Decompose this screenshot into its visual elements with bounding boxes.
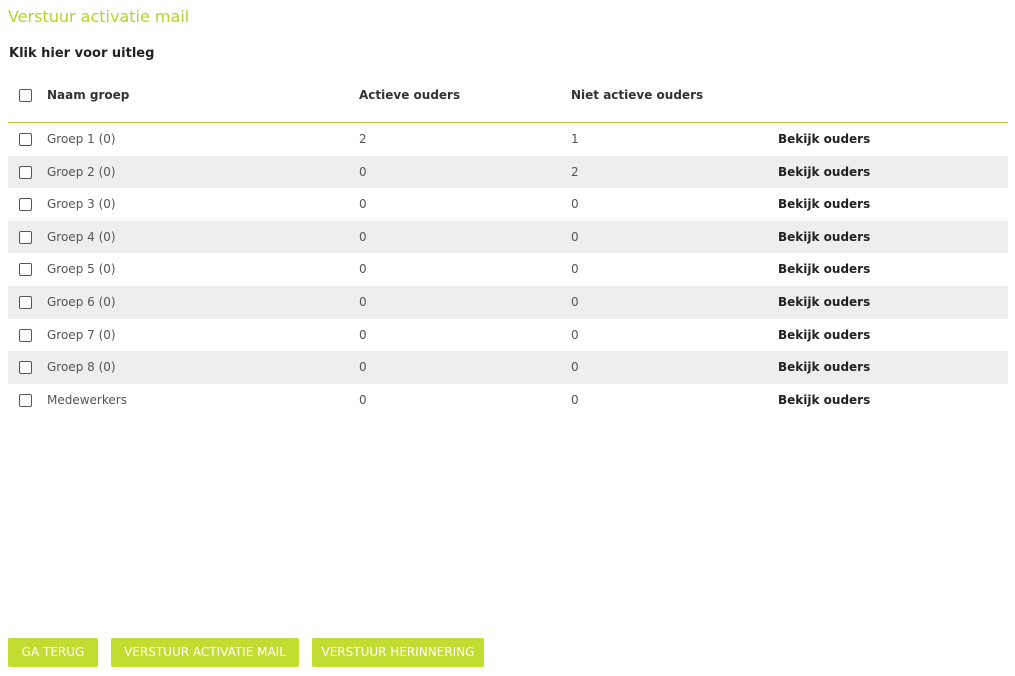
inactive-count: 0 <box>571 197 579 212</box>
group-name: Groep 4 (0) <box>47 229 116 244</box>
inactive-count: 0 <box>571 229 579 244</box>
active-count: 0 <box>359 262 367 277</box>
header-active: Actieve ouders <box>359 88 461 102</box>
table-row: Groep 3 (0) 0 0 Bekijk ouders <box>8 188 1008 221</box>
table-row: Groep 6 (0) 0 0 Bekijk ouders <box>8 285 1008 319</box>
view-parents-link[interactable]: Bekijk ouders <box>778 165 870 179</box>
row-checkbox[interactable] <box>19 361 32 375</box>
view-parents-link[interactable]: Bekijk ouders <box>778 262 870 276</box>
group-name: Groep 6 (0) <box>47 294 116 309</box>
page: Verstuur activatie mail Klik hier voor u… <box>0 0 1015 676</box>
inactive-count: 0 <box>571 392 579 407</box>
view-parents-link[interactable]: Bekijk ouders <box>778 328 870 342</box>
active-count: 2 <box>359 132 367 146</box>
active-count: 0 <box>359 197 367 212</box>
row-checkbox[interactable] <box>19 328 32 342</box>
row-checkbox[interactable] <box>19 295 32 309</box>
group-name: Medewerkers <box>47 392 127 407</box>
header-name: Naam groep <box>47 88 130 102</box>
inactive-count: 0 <box>571 360 579 375</box>
row-checkbox[interactable] <box>19 198 32 212</box>
active-count: 0 <box>359 294 367 309</box>
active-count: 0 <box>359 327 367 342</box>
view-parents-link[interactable]: Bekijk ouders <box>778 360 870 374</box>
row-checkbox[interactable] <box>19 263 32 277</box>
table-row: Groep 2 (0) 0 2 Bekijk ouders <box>8 155 1008 189</box>
table-row: Groep 4 (0) 0 0 Bekijk ouders <box>8 220 1008 254</box>
view-parents-link[interactable]: Bekijk ouders <box>778 197 870 211</box>
page-title: Verstuur activatie mail <box>8 7 190 26</box>
view-parents-link[interactable]: Bekijk ouders <box>778 230 870 244</box>
inactive-count: 2 <box>571 164 579 179</box>
table-row: Groep 5 (0) 0 0 Bekijk ouders <box>8 253 1008 286</box>
group-name: Groep 2 (0) <box>47 164 116 179</box>
group-name: Groep 3 (0) <box>47 197 116 212</box>
send-activation-button[interactable]: VERSTUUR ACTIVATIE MAIL <box>111 638 299 667</box>
send-reminder-button[interactable]: VERSTUUR HERINNERING <box>312 638 484 667</box>
row-checkbox[interactable] <box>19 133 32 146</box>
row-checkbox[interactable] <box>19 230 32 244</box>
group-name: Groep 5 (0) <box>47 262 116 277</box>
help-link[interactable]: Klik hier voor uitleg <box>9 46 154 61</box>
view-parents-link[interactable]: Bekijk ouders <box>778 295 870 309</box>
table-row: Medewerkers 0 0 Bekijk ouders <box>8 384 1008 417</box>
table-row: Groep 7 (0) 0 0 Bekijk ouders <box>8 319 1008 352</box>
table-header: Naam groep Actieve ouders Niet actieve o… <box>8 79 1008 123</box>
table-row: Groep 8 (0) 0 0 Bekijk ouders <box>8 351 1008 384</box>
back-button[interactable]: GA TERUG <box>8 638 98 667</box>
row-checkbox[interactable] <box>19 165 32 179</box>
group-name: Groep 7 (0) <box>47 327 116 342</box>
inactive-count: 0 <box>571 294 579 309</box>
active-count: 0 <box>359 392 367 407</box>
groups-table: Naam groep Actieve ouders Niet actieve o… <box>8 79 1008 416</box>
group-name: Groep 8 (0) <box>47 360 116 375</box>
inactive-count: 1 <box>571 132 579 146</box>
table-row: Groep 1 (0) 2 1 Bekijk ouders <box>8 123 1008 156</box>
inactive-count: 0 <box>571 262 579 277</box>
group-name: Groep 1 (0) <box>47 132 116 146</box>
active-count: 0 <box>359 229 367 244</box>
header-inactive: Niet actieve ouders <box>571 88 704 102</box>
active-count: 0 <box>359 164 367 179</box>
row-checkbox[interactable] <box>19 393 32 407</box>
view-parents-link[interactable]: Bekijk ouders <box>778 132 870 146</box>
active-count: 0 <box>359 360 367 375</box>
view-parents-link[interactable]: Bekijk ouders <box>778 393 870 407</box>
inactive-count: 0 <box>571 327 579 342</box>
select-all-checkbox[interactable] <box>19 89 32 102</box>
